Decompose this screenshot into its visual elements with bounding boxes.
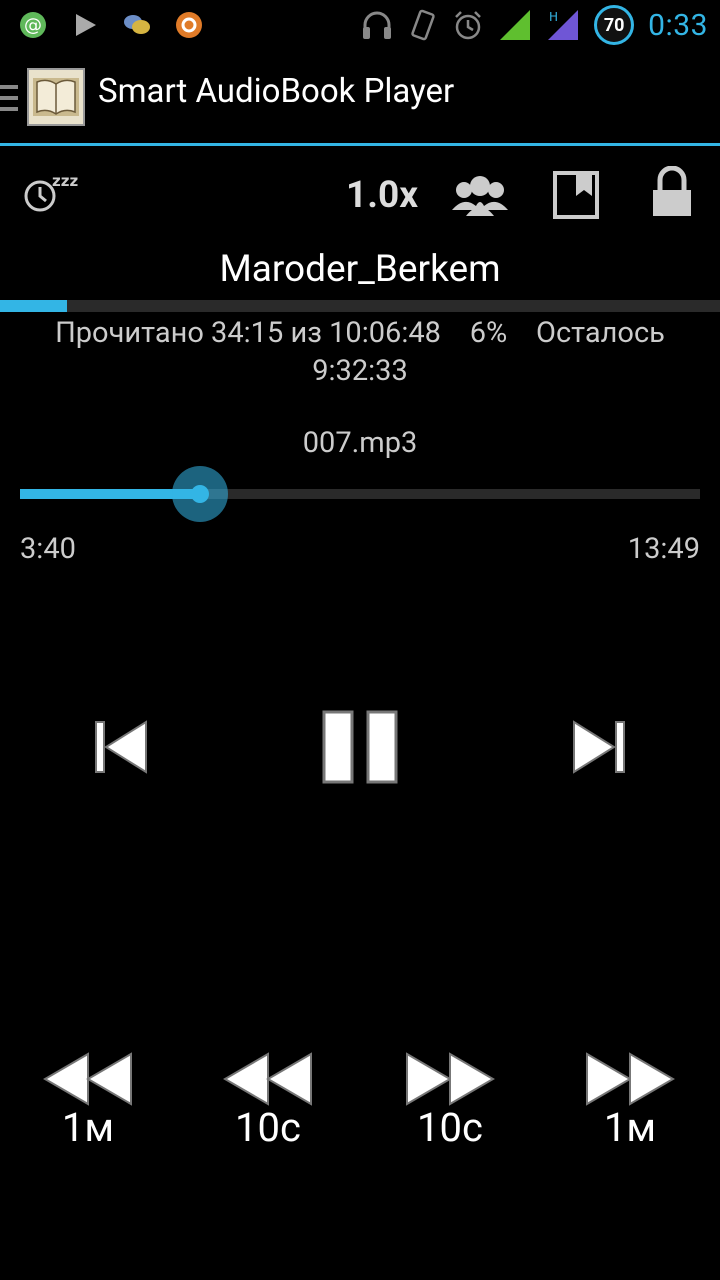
drawer-menu-icon[interactable] xyxy=(0,83,18,113)
battery-level: 70 xyxy=(603,14,625,36)
signal-h-icon: H xyxy=(548,10,579,40)
rewind-icon xyxy=(223,1052,312,1106)
forward-1m-label: 1м xyxy=(603,1104,657,1151)
bookmark-icon[interactable] xyxy=(552,170,600,220)
next-track-button[interactable] xyxy=(568,716,630,778)
elapsed-time: 3:40 xyxy=(20,532,76,566)
email-at-icon: @ xyxy=(20,12,46,38)
previous-track-button[interactable] xyxy=(90,716,152,778)
headphones-icon xyxy=(363,11,392,39)
rewind-icon xyxy=(43,1052,132,1106)
svg-text:zzz: zzz xyxy=(52,172,78,190)
pause-button[interactable] xyxy=(320,708,400,786)
alarm-icon xyxy=(455,11,482,40)
battery-indicator: 70 xyxy=(594,5,635,45)
book-stats-line1: Прочитано 34:15 из 10:06:48 6% Осталось xyxy=(55,316,665,350)
fast-forward-icon xyxy=(406,1052,495,1106)
app-book-icon[interactable] xyxy=(27,68,85,126)
rewind-1m-label: 1м xyxy=(61,1104,115,1151)
fast-forward-icon xyxy=(586,1052,675,1106)
svg-text:@: @ xyxy=(24,15,42,36)
rotation-icon xyxy=(411,9,435,41)
status-bar: @ H 70 0:33 xyxy=(0,0,720,50)
rewind-1m-button[interactable]: 1м xyxy=(38,1050,138,1170)
app-title: Smart AudioBook Player xyxy=(98,72,455,111)
track-filename: 007.mp3 xyxy=(302,426,418,460)
rewind-10s-label: 10с xyxy=(235,1104,301,1151)
sleep-timer-icon[interactable]: zzz xyxy=(22,172,82,218)
playback-speed-button[interactable]: 1.0x xyxy=(346,174,418,217)
characters-icon[interactable] xyxy=(450,172,510,218)
chat-bubbles-icon xyxy=(124,15,150,34)
book-stats-line2: 9:32:33 xyxy=(312,354,408,388)
system-icons: H 70 0:33 xyxy=(360,5,708,45)
book-title: Maroder_Berkem xyxy=(219,248,501,291)
notification-icons: @ xyxy=(18,9,204,41)
play-store-icon xyxy=(76,14,96,36)
action-bar: Smart AudioBook Player xyxy=(0,50,720,146)
track-duration: 13:49 xyxy=(627,532,700,566)
book-progress-fill xyxy=(0,300,67,312)
network-type-label: H xyxy=(549,10,558,24)
signal-icon xyxy=(500,10,531,40)
app-a-icon xyxy=(176,12,202,38)
forward-1m-button[interactable]: 1м xyxy=(580,1050,680,1170)
forward-10s-button[interactable]: 10с xyxy=(400,1050,500,1170)
lock-icon[interactable] xyxy=(650,166,694,218)
rewind-10s-button[interactable]: 10с xyxy=(218,1050,318,1170)
forward-10s-label: 10с xyxy=(417,1104,483,1151)
book-progress-track xyxy=(0,300,720,312)
status-clock: 0:33 xyxy=(648,7,708,43)
